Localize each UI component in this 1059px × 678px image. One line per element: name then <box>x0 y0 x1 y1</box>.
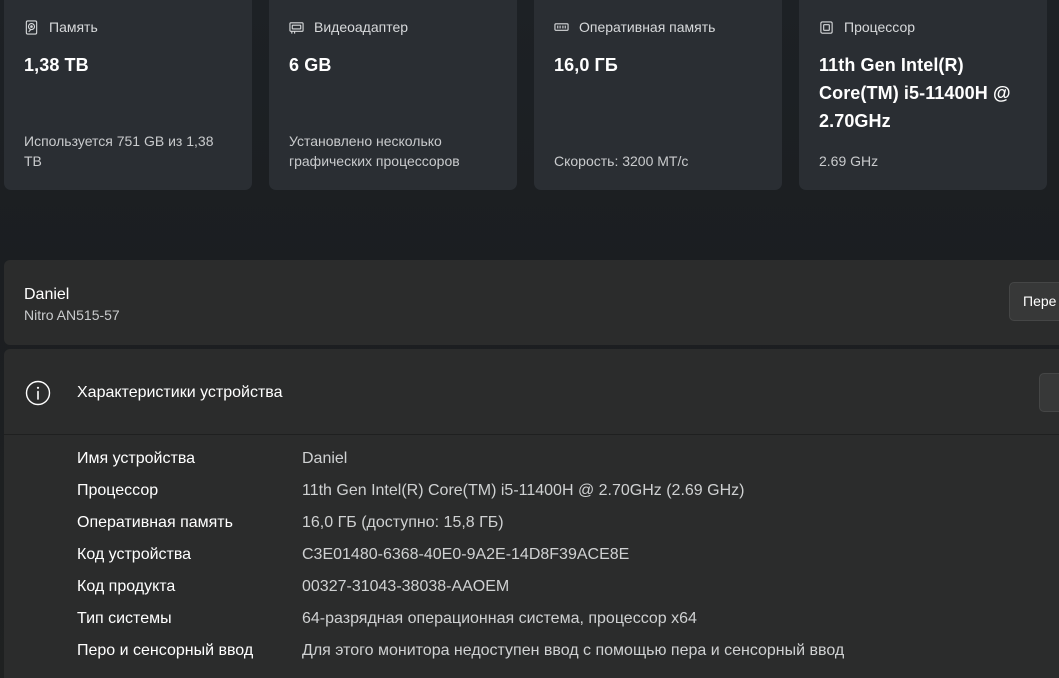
card-title: Память <box>49 19 98 35</box>
card-subtext: Используется 751 GB из 1,38 TB <box>24 133 214 169</box>
card-header: Оперативная память <box>554 17 762 37</box>
ram-card[interactable]: Оперативная память 16,0 ГБ Скорость: 320… <box>534 0 782 190</box>
device-specs-header[interactable]: Характеристики устройства <box>4 349 1059 435</box>
cpu-card[interactable]: Процессор 11th Gen Intel(R) Core(TM) i5-… <box>799 0 1047 190</box>
spec-value: C3E01480-6368-40E0-9A2E-14D8F39ACE8E <box>302 546 630 563</box>
card-header: Память <box>24 17 232 37</box>
copy-button[interactable] <box>1039 373 1059 412</box>
spec-value: Для этого монитора недоступен ввод с пом… <box>302 642 845 659</box>
card-title: Оперативная память <box>579 19 716 35</box>
spec-row-ram: Оперативная память 16,0 ГБ (доступно: 15… <box>77 512 844 544</box>
ram-icon <box>554 20 569 35</box>
spec-label: Процессор <box>77 482 159 499</box>
spec-row-system-type: Тип системы 64-разрядная операционная си… <box>77 608 844 640</box>
card-subtext: Скорость: 3200 MT/с <box>554 153 689 169</box>
device-specs-title: Характеристики устройства <box>77 384 283 401</box>
card-subtext: Установлено несколько графических процес… <box>289 133 460 169</box>
spec-label: Код устройства <box>77 546 192 563</box>
spec-row-processor: Процессор 11th Gen Intel(R) Core(TM) i5-… <box>77 480 844 512</box>
spec-value: 11th Gen Intel(R) Core(TM) i5-11400H @ 2… <box>302 482 745 499</box>
info-icon <box>25 380 51 406</box>
settings-about-page: Память 1,38 TB Используется 751 GB из 1,… <box>0 0 1059 678</box>
spec-label: Тип системы <box>77 610 172 627</box>
spec-label: Код продукта <box>77 578 176 595</box>
spec-row-product-id: Код продукта 00327-31043-38038-AAOEM <box>77 576 844 608</box>
storage-icon <box>24 19 39 35</box>
card-title: Процессор <box>844 19 916 35</box>
device-model: Nitro AN515-57 <box>24 307 120 323</box>
card-header: Видеоадаптер <box>289 17 497 37</box>
spec-list: Имя устройства Daniel Процессор 11th Gen… <box>77 448 844 672</box>
spec-label: Оперативная память <box>77 514 233 531</box>
cpu-icon <box>819 20 834 35</box>
device-name: Daniel <box>24 286 70 303</box>
card-value: 11th Gen Intel(R) Core(TM) i5-11400H @ 2… <box>819 55 1011 131</box>
device-specs-panel: Характеристики устройства Имя устройства… <box>4 349 1059 678</box>
spec-value: 64-разрядная операционная система, проце… <box>302 610 697 627</box>
spec-row-pen-touch: Перо и сенсорный ввод Для этого монитора… <box>77 640 844 672</box>
storage-card[interactable]: Память 1,38 TB Используется 751 GB из 1,… <box>4 0 252 190</box>
card-value: 16,0 ГБ <box>554 55 618 75</box>
card-title: Видеоадаптер <box>314 19 409 35</box>
spec-row-device-id: Код устройства C3E01480-6368-40E0-9A2E-1… <box>77 544 844 576</box>
card-value: 1,38 TB <box>24 55 89 75</box>
spec-label: Имя устройства <box>77 450 196 467</box>
rename-pc-button[interactable]: Пере <box>1009 282 1059 321</box>
gpu-icon <box>289 20 304 35</box>
spec-row-device-name: Имя устройства Daniel <box>77 448 844 480</box>
spec-label: Перо и сенсорный ввод <box>77 642 254 659</box>
gpu-card[interactable]: Видеоадаптер 6 GB Установлено несколько … <box>269 0 517 190</box>
spec-value: 16,0 ГБ (доступно: 15,8 ГБ) <box>302 514 504 531</box>
spec-value: 00327-31043-38038-AAOEM <box>302 578 510 595</box>
card-subtext: 2.69 GHz <box>819 153 879 169</box>
spec-value: Daniel <box>302 450 348 467</box>
card-value: 6 GB <box>289 55 332 75</box>
card-header: Процессор <box>819 17 1027 37</box>
device-name-row: Daniel Nitro AN515-57 Пере <box>4 260 1059 345</box>
